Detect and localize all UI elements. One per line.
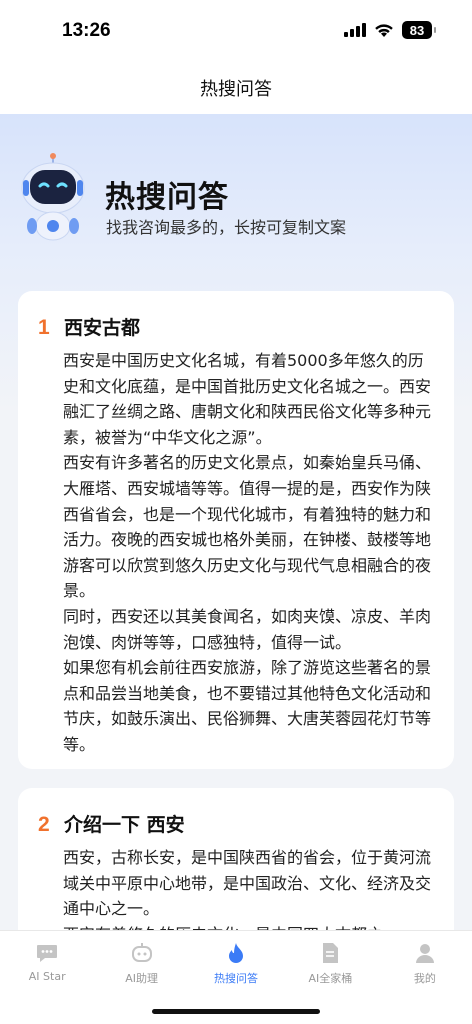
qa-card-title: 西安古都 — [64, 317, 141, 339]
tab-bar: AI Star AI助理 热搜问答 AI全家桶 我的 — [0, 930, 472, 1024]
tab-profile[interactable]: 我的 — [378, 931, 472, 991]
flame-icon — [229, 943, 244, 963]
tab-ai-suite[interactable]: AI全家桶 — [283, 931, 377, 991]
signal-icon — [344, 23, 366, 37]
hero-title: 热搜问答 — [105, 180, 229, 215]
tab-label: 我的 — [413, 972, 436, 985]
qa-card-body[interactable]: 西安是中国历史文化名城，有着5000多年悠久的历史和文化底蕴，是中国首批历史文化… — [38, 348, 434, 758]
person-icon — [415, 944, 434, 963]
robot-head-icon — [131, 943, 152, 962]
nav-title: 热搜问答 — [200, 79, 272, 100]
qa-card-number: 2 — [38, 813, 50, 836]
qa-card-paragraph: 西安有许多著名的历史文化景点，如秦始皇兵马俑、大雁塔、西安城墙等等。值得一提的是… — [63, 453, 432, 601]
tab-label: 热搜问答 — [214, 972, 259, 985]
home-indicator — [152, 1009, 320, 1014]
tab-label: AI全家桶 — [308, 972, 353, 985]
status-icons: 83 — [344, 21, 436, 39]
tab-label: AI助理 — [125, 972, 158, 985]
chat-bubble-icon — [37, 945, 58, 962]
nav-bar: 热搜问答 — [0, 62, 472, 114]
qa-card-number: 1 — [38, 316, 50, 339]
qa-card-paragraph: 西安是中国历史文化名城，有着5000多年悠久的历史和文化底蕴，是中国首批历史文化… — [63, 351, 432, 447]
document-icon — [323, 943, 339, 963]
hero-subtitle: 找我咨询最多的，长按可复制文案 — [106, 218, 347, 237]
tab-hot-qa[interactable]: 热搜问答 — [189, 931, 283, 991]
tab-ai-assistant[interactable]: AI助理 — [94, 931, 188, 991]
qa-card[interactable]: 1 西安古都 西安是中国历史文化名城，有着5000多年悠久的历史和文化底蕴，是中… — [18, 291, 454, 769]
battery-icon: 83 — [402, 21, 436, 39]
qa-card-paragraph: 西安，古称长安，是中国陕西省的省会，位于黄河流域关中平原中心地带，是中国政治、文… — [63, 848, 432, 919]
status-bar: 13:26 83 — [0, 0, 472, 62]
qa-card-header: 2 介绍一下 西安 — [38, 810, 434, 837]
qa-card-header: 1 西安古都 — [38, 313, 434, 340]
tab-label: AI Star — [28, 970, 66, 983]
tab-ai-star[interactable]: AI Star — [0, 931, 94, 991]
status-time: 13:26 — [62, 20, 111, 41]
wifi-icon — [375, 23, 393, 37]
qa-card-paragraph: 同时，西安还以其美食闻名，如肉夹馍、凉皮、羊肉泡馍、肉饼等等，口感独特，值得一试… — [63, 606, 432, 652]
qa-card-paragraph: 如果您有机会前往西安旅游，除了游览这些著名的景点和品尝当地美食，也不要错过其他特… — [63, 658, 432, 754]
qa-card-title: 介绍一下 西安 — [64, 814, 185, 836]
robot-mascot-icon — [21, 153, 85, 241]
